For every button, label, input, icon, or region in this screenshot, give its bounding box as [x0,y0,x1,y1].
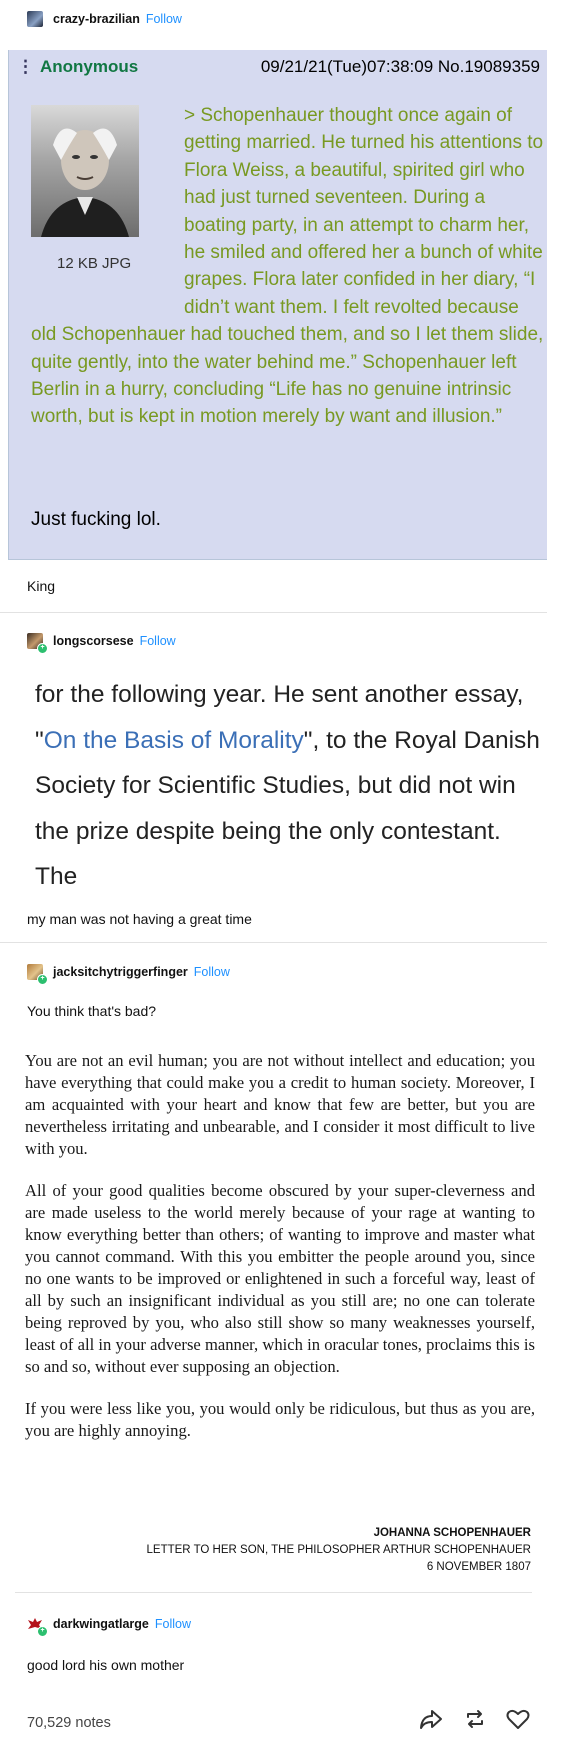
post-comment: my man was not having a great time [27,911,252,927]
poster-name: Anonymous [40,57,139,76]
username[interactable]: longscorsese [53,634,134,648]
post-comment: King [27,578,56,594]
post-reply-text: Just fucking lol. [31,509,161,530]
notes-count[interactable]: 70,529 notes [27,1715,111,1731]
letter-quote: You are not an evil human; you are not w… [25,1050,535,1462]
greentext-quote: > Schopenhauer thought once again of get… [31,105,544,428]
avatar[interactable]: + [27,1616,48,1637]
letter-date: 6 NOVEMBER 1807 [426,1561,531,1573]
post-comment: good lord his own mother [27,1657,185,1673]
username[interactable]: jacksitchytriggerfinger [53,965,188,979]
follow-button[interactable]: Follow [146,12,182,26]
post-header-crazy-brazilian: crazy-brazilian Follow [27,3,182,35]
follow-button[interactable]: Follow [140,634,176,648]
username[interactable]: crazy-brazilian [53,12,140,26]
excerpt-link[interactable]: On the Basis of Morality [44,727,304,754]
follow-button[interactable]: Follow [194,965,230,979]
letter-paragraph: You are not an evil human; you are not w… [25,1051,535,1158]
letter-attribution: JOHANNA SCHOPENHAUER LETTER TO HER SON, … [147,1525,531,1576]
avatar[interactable]: + [27,964,48,985]
post-menu-icon: ⋮ [17,57,34,76]
like-icon[interactable] [504,1705,532,1733]
letter-paragraph: All of your good qualities become obscur… [25,1181,535,1376]
username[interactable]: darkwingatlarge [53,1617,149,1631]
post-datetime: 09/21/21(Tue)07:38:09 No.19089359 [260,57,540,76]
post-header-longscorsese: + longscorsese Follow [27,625,176,657]
author-name: JOHANNA SCHOPENHAUER [373,1527,531,1539]
badge-icon: + [37,974,48,985]
follow-button[interactable]: Follow [155,1617,191,1631]
chan-post-header: ⋮ Anonymous 09/21/21(Tue)07:38:09 No.190… [9,50,548,84]
book-excerpt: for the following year. He sent another … [35,681,540,890]
avatar[interactable] [27,11,43,27]
avatar[interactable]: + [27,633,48,654]
reblog-icon[interactable] [461,1705,489,1733]
badge-icon: + [37,643,48,654]
post-header-darkwingatlarge: + darkwingatlarge Follow [27,1608,191,1640]
divider [0,942,547,943]
letter-paragraph: If you were less like you, you would onl… [25,1399,535,1440]
divider [0,612,547,613]
divider [15,1592,532,1593]
chan-post-screenshot: ⋮ Anonymous 09/21/21(Tue)07:38:09 No.190… [8,50,547,560]
share-icon[interactable] [417,1705,445,1733]
badge-icon: + [37,1626,48,1637]
post-comment: You think that's bad? [27,1003,157,1019]
post-header-jacksitchytriggerfinger: + jacksitchytriggerfinger Follow [27,956,230,988]
letter-description: LETTER TO HER SON, THE PHILOSOPHER ARTHU… [146,1544,531,1556]
